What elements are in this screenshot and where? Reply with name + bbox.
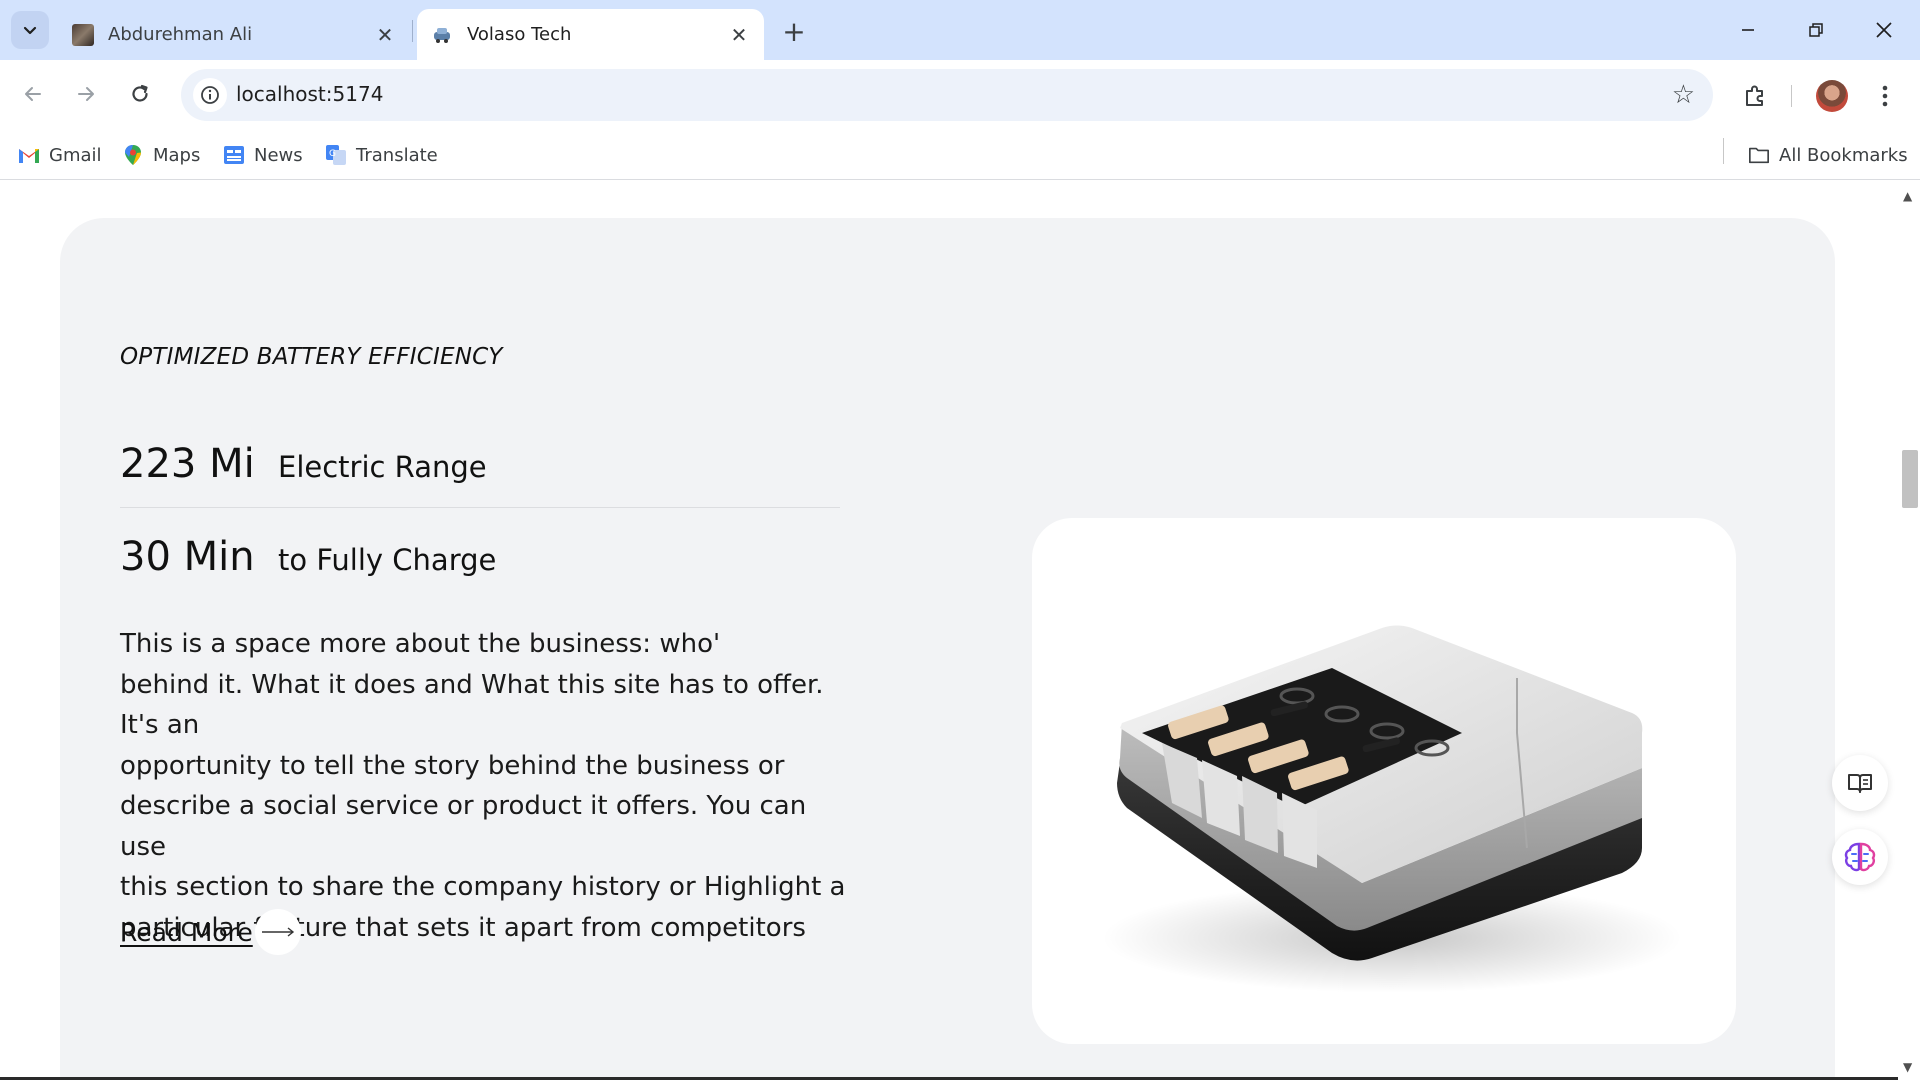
address-bar[interactable]: localhost:5174 ☆ <box>181 69 1713 121</box>
stat-value: 30 Min <box>120 534 255 580</box>
read-more-link[interactable]: Read More <box>120 909 301 955</box>
folder-icon <box>1748 144 1770 166</box>
description-line: this section to share the company histor… <box>120 872 846 902</box>
battery-pack-image <box>1102 625 1682 993</box>
brain-icon <box>1844 842 1876 872</box>
translate-icon: G <box>325 144 347 166</box>
bookmark-translate[interactable]: G Translate <box>325 140 438 170</box>
tab-volaso-tech[interactable]: Volaso Tech ✕ <box>417 9 764 60</box>
close-window-button[interactable] <box>1850 0 1918 60</box>
all-bookmarks-label: All Bookmarks <box>1779 144 1908 166</box>
site-info-button[interactable] <box>193 78 227 112</box>
bookmarks-separator <box>1723 138 1724 164</box>
profile-photo-favicon-icon <box>72 23 94 46</box>
all-bookmarks-button[interactable]: All Bookmarks <box>1748 140 1908 170</box>
stat-divider <box>120 507 840 508</box>
scroll-down-icon[interactable]: ▼ <box>1903 1060 1912 1074</box>
toolbar-separator <box>1791 85 1792 107</box>
tab-separator <box>412 20 413 42</box>
svg-text:G: G <box>329 149 336 159</box>
tab-title: Abdurehman Ali <box>108 24 253 45</box>
browser-toolbar: localhost:5174 ☆ <box>0 60 1920 130</box>
profile-avatar[interactable] <box>1816 80 1848 112</box>
description-line: behind it. What it does and What this si… <box>120 669 824 741</box>
product-image-card <box>1032 518 1736 1044</box>
scroll-up-icon[interactable]: ▲ <box>1903 189 1912 203</box>
extensions-button[interactable] <box>1735 76 1775 116</box>
description-line: describe a social service or product it … <box>120 791 807 862</box>
reload-icon <box>132 84 148 102</box>
description-line: opportunity to tell the story behind the… <box>120 750 785 781</box>
more-vertical-icon <box>1882 85 1888 107</box>
reading-mode-button[interactable] <box>1832 755 1888 811</box>
close-tab-icon[interactable]: ✕ <box>374 23 396 47</box>
page-scrollbar[interactable]: ▲ ▼ <box>1898 181 1920 1080</box>
arrow-left-icon <box>25 87 41 101</box>
info-icon <box>201 86 219 104</box>
tab-title: Volaso Tech <box>467 24 572 45</box>
ai-assistant-button[interactable] <box>1832 829 1888 885</box>
bookmark-label: Maps <box>153 144 201 166</box>
tab-search-button[interactable] <box>11 11 49 49</box>
close-tab-icon[interactable]: ✕ <box>728 23 750 47</box>
bookmark-gmail[interactable]: Gmail <box>18 140 102 170</box>
bookmark-label: Gmail <box>49 144 102 166</box>
stat-label: to Fully Charge <box>278 543 497 577</box>
bookmark-news[interactable]: News <box>223 140 303 170</box>
restore-icon <box>1809 23 1823 37</box>
page-viewport: OPTIMIZED BATTERY EFFICIENCY 223 Mi Elec… <box>0 181 1898 1080</box>
section-description: This is a space more about the business:… <box>120 624 855 948</box>
bookmark-star-icon[interactable]: ☆ <box>1672 80 1695 110</box>
puzzle-icon <box>1746 85 1763 106</box>
restore-button[interactable] <box>1782 0 1850 60</box>
bookmark-maps[interactable]: Maps <box>122 140 200 170</box>
bookmark-label: News <box>254 144 303 166</box>
stat-electric-range: 223 Mi Electric Range <box>120 441 487 487</box>
stat-label: Electric Range <box>278 450 487 484</box>
news-icon <box>223 144 245 166</box>
tab-abdurehman-ali[interactable]: Abdurehman Ali ✕ <box>58 9 410 60</box>
tab-strip: Abdurehman Ali ✕ Volaso Tech ✕ + <box>0 0 1920 60</box>
forward-button[interactable] <box>65 73 107 115</box>
arrow-right-icon <box>78 87 94 101</box>
section-eyebrow: OPTIMIZED BATTERY EFFICIENCY <box>120 344 503 370</box>
browser-menu-button[interactable] <box>1870 78 1900 114</box>
read-more-label[interactable]: Read More <box>120 918 253 947</box>
car-favicon-icon <box>431 24 453 46</box>
stat-charge-time: 30 Min to Fully Charge <box>120 534 496 580</box>
new-tab-button[interactable]: + <box>776 13 812 49</box>
minimize-icon <box>1742 29 1754 31</box>
description-line: This is a space more about the business:… <box>120 629 721 659</box>
back-button[interactable] <box>12 73 54 115</box>
book-open-icon <box>1848 774 1872 793</box>
bookmarks-bar: Gmail Maps News G Translate <box>0 130 1920 180</box>
chevron-down-icon <box>23 26 37 35</box>
bookmark-label: Translate <box>356 144 438 166</box>
url-text[interactable]: localhost:5174 <box>236 82 383 106</box>
gmail-icon <box>18 144 40 166</box>
minimize-button[interactable] <box>1714 0 1782 60</box>
scrollbar-thumb[interactable] <box>1902 450 1918 508</box>
close-icon <box>1876 22 1892 38</box>
stat-value: 223 Mi <box>120 441 255 487</box>
reload-button[interactable] <box>119 73 161 115</box>
arrow-right-icon[interactable] <box>254 909 301 955</box>
maps-icon <box>122 144 144 166</box>
